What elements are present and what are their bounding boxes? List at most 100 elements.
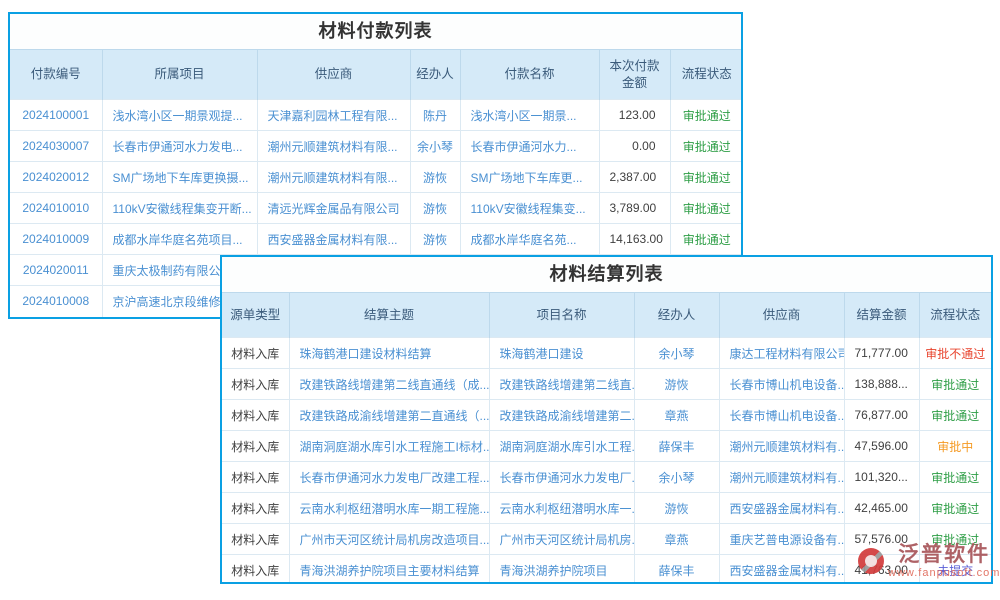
status-text: 审批通过: [919, 369, 991, 400]
cell-link[interactable]: 潮州元顺建筑材料有...: [719, 431, 844, 462]
cell-link[interactable]: 长春市博山机电设备...: [719, 400, 844, 431]
cell-link[interactable]: 潮州元顺建筑材料有限...: [257, 131, 410, 162]
header-row: 付款编号所属项目供应商经办人付款名称本次付款 金额流程状态: [10, 50, 743, 100]
status-text: 审批通过: [670, 162, 743, 193]
cell: 材料入库: [222, 462, 289, 493]
cell-link[interactable]: 潮州元顺建筑材料有限...: [257, 162, 410, 193]
cell-link[interactable]: 清远光辉金属品有限公司: [257, 193, 410, 224]
cell-link[interactable]: 游恢: [410, 193, 460, 224]
cell: 材料入库: [222, 369, 289, 400]
cell-link[interactable]: 2024020012: [10, 162, 102, 193]
cell: 76,877.00: [844, 400, 919, 431]
cell-link[interactable]: 青海洪湖养护院项目主要材料结算: [289, 555, 489, 585]
cell-link[interactable]: 成都水岸华庭名苑项目...: [102, 224, 257, 255]
cell-link[interactable]: 长春市伊通河水力发电...: [102, 131, 257, 162]
cell-link[interactable]: 110kV安徽线程集变开断...: [102, 193, 257, 224]
table-row[interactable]: 材料入库长春市伊通河水力发电厂改建工程...长春市伊通河水力发电厂...余小琴潮…: [222, 462, 991, 493]
cell: 57,576.00: [844, 524, 919, 555]
cell: 138,888...: [844, 369, 919, 400]
cell-link[interactable]: 2024030007: [10, 131, 102, 162]
cell: 47,596.00: [844, 431, 919, 462]
table-row[interactable]: 2024020012SM广场地下车库更换摄...潮州元顺建筑材料有限...游恢S…: [10, 162, 743, 193]
cell-link[interactable]: 陈丹: [410, 100, 460, 131]
cell-link[interactable]: 青海洪湖养护院项目: [489, 555, 634, 585]
cell-link[interactable]: 游恢: [410, 224, 460, 255]
cell-link[interactable]: 长春市伊通河水力...: [460, 131, 599, 162]
table-row[interactable]: 2024010009成都水岸华庭名苑项目...西安盛器金属材料有限...游恢成都…: [10, 224, 743, 255]
cell-link[interactable]: 2024010010: [10, 193, 102, 224]
cell-link[interactable]: 长春市伊通河水力发电厂改建工程...: [289, 462, 489, 493]
cell-link[interactable]: 长春市伊通河水力发电厂...: [489, 462, 634, 493]
column-header: 付款编号: [10, 50, 102, 100]
cell: 14,163.00: [599, 224, 670, 255]
cell-link[interactable]: 游恢: [634, 369, 719, 400]
column-header: 源单类型: [222, 293, 289, 338]
cell-link[interactable]: 改建铁路成渝线增建第二...: [489, 400, 634, 431]
cell: 42,465.00: [844, 493, 919, 524]
column-header: 流程状态: [919, 293, 991, 338]
cell-link[interactable]: 云南水利枢纽潜明水库一...: [489, 493, 634, 524]
table-row[interactable]: 材料入库青海洪湖养护院项目主要材料结算青海洪湖养护院项目薛保丰西安盛器金属材料有…: [222, 555, 991, 585]
cell-link[interactable]: 西安盛器金属材料有限...: [257, 224, 410, 255]
table-row[interactable]: 材料入库珠海鹤港口建设材料结算珠海鹤港口建设余小琴康达工程材料有限公司71,77…: [222, 338, 991, 369]
table-row[interactable]: 2024010010110kV安徽线程集变开断...清远光辉金属品有限公司游恢1…: [10, 193, 743, 224]
table-row[interactable]: 2024030007长春市伊通河水力发电...潮州元顺建筑材料有限...余小琴长…: [10, 131, 743, 162]
cell-link[interactable]: 云南水利枢纽潜明水库一期工程施...: [289, 493, 489, 524]
cell-link[interactable]: 章燕: [634, 524, 719, 555]
cell-link[interactable]: 湖南洞庭湖水库引水工程...: [489, 431, 634, 462]
cell-link[interactable]: 薛保丰: [634, 431, 719, 462]
cell-link[interactable]: 西安盛器金属材料有...: [719, 555, 844, 585]
cell-link[interactable]: SM广场地下车库更换摄...: [102, 162, 257, 193]
cell-link[interactable]: 天津嘉利园林工程有限...: [257, 100, 410, 131]
cell-link[interactable]: 湖南洞庭湖水库引水工程施工I标材...: [289, 431, 489, 462]
table-row[interactable]: 材料入库云南水利枢纽潜明水库一期工程施...云南水利枢纽潜明水库一...游恢西安…: [222, 493, 991, 524]
settlement-table: 源单类型结算主题项目名称经办人供应商结算金额流程状态 材料入库珠海鹤港口建设材料…: [222, 292, 991, 584]
cell-link[interactable]: 重庆艺普电源设备有...: [719, 524, 844, 555]
cell: 0.00: [599, 131, 670, 162]
cell-link[interactable]: 珠海鹤港口建设材料结算: [289, 338, 489, 369]
column-header: 经办人: [634, 293, 719, 338]
column-header: 结算金额: [844, 293, 919, 338]
table-row[interactable]: 材料入库湖南洞庭湖水库引水工程施工I标材...湖南洞庭湖水库引水工程...薛保丰…: [222, 431, 991, 462]
cell: 2,387.00: [599, 162, 670, 193]
status-text: 审批通过: [670, 193, 743, 224]
cell-link[interactable]: 游恢: [634, 493, 719, 524]
cell-link[interactable]: 改建铁路线增建第二线直通线（成...: [289, 369, 489, 400]
cell-link[interactable]: 长春市博山机电设备...: [719, 369, 844, 400]
cell-link[interactable]: 广州市天河区统计局机房改造项目...: [289, 524, 489, 555]
cell-link[interactable]: 2024020011: [10, 255, 102, 286]
column-header: 付款名称: [460, 50, 599, 100]
cell-link[interactable]: 游恢: [410, 162, 460, 193]
cell-link[interactable]: 薛保丰: [634, 555, 719, 585]
cell-link[interactable]: 改建铁路成渝线增建第二直通线（...: [289, 400, 489, 431]
cell-link[interactable]: 余小琴: [634, 462, 719, 493]
cell-link[interactable]: 潮州元顺建筑材料有...: [719, 462, 844, 493]
cell-link[interactable]: 余小琴: [410, 131, 460, 162]
table-row[interactable]: 材料入库改建铁路成渝线增建第二直通线（...改建铁路成渝线增建第二...章燕长春…: [222, 400, 991, 431]
cell-link[interactable]: 康达工程材料有限公司: [719, 338, 844, 369]
header-row: 源单类型结算主题项目名称经办人供应商结算金额流程状态: [222, 293, 991, 338]
cell-link[interactable]: 珠海鹤港口建设: [489, 338, 634, 369]
cell-link[interactable]: 2024010008: [10, 286, 102, 317]
status-text: 审批通过: [670, 100, 743, 131]
cell-link[interactable]: 改建铁路线增建第二线直...: [489, 369, 634, 400]
status-text: 审批不通过: [919, 338, 991, 369]
column-header: 供应商: [257, 50, 410, 100]
cell-link[interactable]: 成都水岸华庭名苑...: [460, 224, 599, 255]
cell-link[interactable]: 余小琴: [634, 338, 719, 369]
cell-link[interactable]: 110kV安徽线程集变...: [460, 193, 599, 224]
cell-link[interactable]: 2024010009: [10, 224, 102, 255]
column-header: 供应商: [719, 293, 844, 338]
cell-link[interactable]: SM广场地下车库更...: [460, 162, 599, 193]
cell-link[interactable]: 广州市天河区统计局机房...: [489, 524, 634, 555]
cell-link[interactable]: 章燕: [634, 400, 719, 431]
cell-link[interactable]: 2024100001: [10, 100, 102, 131]
table-row[interactable]: 2024100001浅水湾小区一期景观提...天津嘉利园林工程有限...陈丹浅水…: [10, 100, 743, 131]
cell-link[interactable]: 浅水湾小区一期景...: [460, 100, 599, 131]
column-header: 经办人: [410, 50, 460, 100]
material-settlement-list-panel: 材料结算列表 源单类型结算主题项目名称经办人供应商结算金额流程状态 材料入库珠海…: [220, 255, 993, 584]
cell-link[interactable]: 浅水湾小区一期景观提...: [102, 100, 257, 131]
table-row[interactable]: 材料入库改建铁路线增建第二线直通线（成...改建铁路线增建第二线直...游恢长春…: [222, 369, 991, 400]
cell-link[interactable]: 西安盛器金属材料有...: [719, 493, 844, 524]
table-row[interactable]: 材料入库广州市天河区统计局机房改造项目...广州市天河区统计局机房...章燕重庆…: [222, 524, 991, 555]
